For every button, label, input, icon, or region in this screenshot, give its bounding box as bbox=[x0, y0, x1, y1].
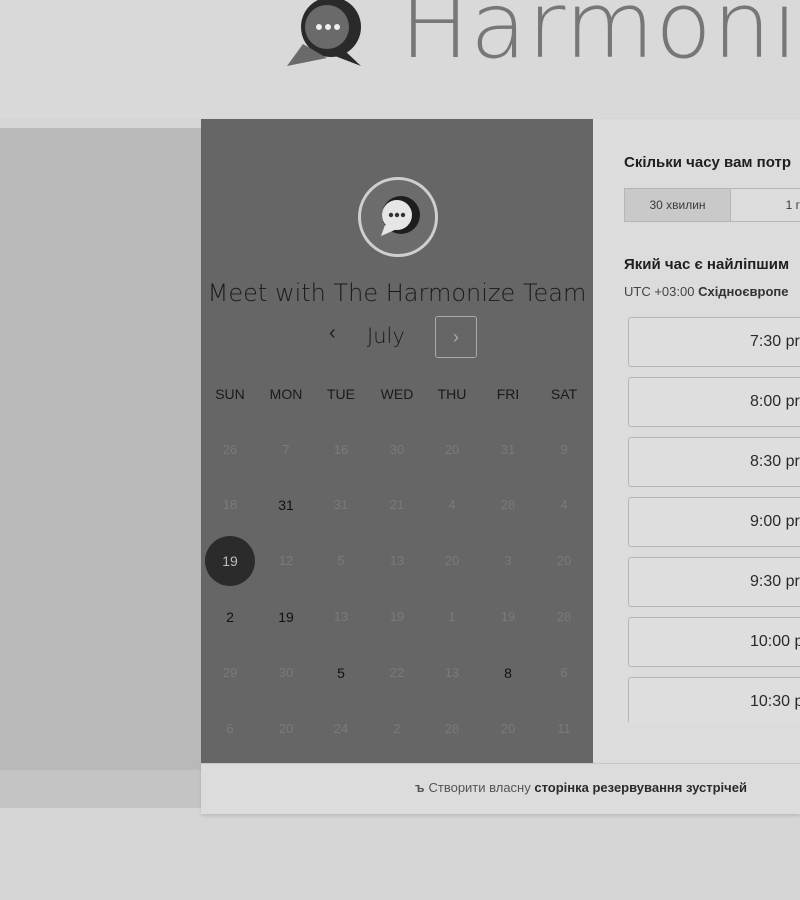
calendar-day: 31 bbox=[333, 497, 349, 512]
calendar-sidebar: Meet with The Harmonize Team ‹ July › SU… bbox=[201, 119, 593, 763]
calendar-day: 28 bbox=[556, 609, 572, 624]
calendar-day[interactable]: 19 bbox=[205, 536, 255, 586]
background-shade-lower bbox=[0, 770, 201, 808]
time-slot-label: 7:30 pr bbox=[750, 333, 800, 350]
time-slot-label: 8:00 pr bbox=[750, 393, 800, 410]
calendar-day: 28 bbox=[444, 721, 460, 736]
time-slot-button[interactable]: 9:00 pr bbox=[628, 497, 800, 547]
calendar-day: 20 bbox=[556, 553, 572, 568]
chat-bubble-logo-icon bbox=[283, 0, 373, 69]
calendar-day: 30 bbox=[278, 665, 294, 680]
duration-option-30[interactable]: 30 хвилин bbox=[624, 188, 731, 222]
time-slot-button[interactable]: 8:00 pr bbox=[628, 377, 800, 427]
calendar-day: 18 bbox=[222, 497, 238, 512]
calendar-day: 20 bbox=[500, 721, 516, 736]
calendar-day: 7 bbox=[282, 442, 290, 457]
duration-option-60[interactable]: 1 годин bbox=[730, 188, 800, 222]
calendar-day: 30 bbox=[389, 442, 405, 457]
calendar-day: 13 bbox=[444, 665, 460, 680]
time-slot-button[interactable]: 10:30 p bbox=[628, 677, 800, 722]
calendar-day: 20 bbox=[444, 442, 460, 457]
calendar-day: 19 bbox=[500, 609, 516, 624]
weekday-header: SUN MON TUE WED THU FRI SAT bbox=[201, 386, 593, 406]
calendar-day: 11 bbox=[557, 721, 571, 736]
weekday-fri: FRI bbox=[496, 386, 520, 402]
calendar-day: 29 bbox=[222, 665, 238, 680]
time-slot-label: 8:30 pr bbox=[750, 453, 800, 470]
calendar-day[interactable]: 5 bbox=[316, 648, 366, 698]
calendar-day[interactable]: 31 bbox=[261, 480, 311, 530]
calendar-day: 28 bbox=[500, 497, 516, 512]
calendar-day: 9 bbox=[560, 442, 568, 457]
weekday-sun: SUN bbox=[215, 386, 245, 402]
weekday-mon: MON bbox=[269, 386, 303, 402]
month-navigation: ‹ July › bbox=[201, 316, 593, 358]
footer-prefix: Створити власну bbox=[428, 780, 531, 795]
calendar-day: 3 bbox=[504, 553, 512, 568]
calendar-day: 19 bbox=[389, 609, 405, 624]
calendar-day[interactable]: 8 bbox=[483, 648, 533, 698]
weekday-wed: WED bbox=[380, 386, 414, 402]
time-slot-label: 10:30 p bbox=[750, 693, 800, 710]
time-slot-button[interactable]: 8:30 pr bbox=[628, 437, 800, 487]
calendar-day[interactable]: 2 bbox=[205, 592, 255, 642]
calendar-day: 6 bbox=[226, 721, 234, 736]
calendar-day: 12 bbox=[278, 553, 294, 568]
calendar-day: 26 bbox=[222, 442, 238, 457]
create-booking-page-link[interactable]: ъ Створити власну сторінка резервування з… bbox=[415, 780, 747, 795]
weekday-sat: SAT bbox=[550, 386, 578, 402]
timezone-offset: UTC +03:00 bbox=[624, 284, 695, 299]
meeting-title: Meet with The Harmonize Team bbox=[207, 279, 587, 307]
footer-bold-text: сторінка резервування зустрічей bbox=[534, 780, 747, 795]
time-question: Який час є найліпшим bbox=[624, 256, 790, 273]
calendar-day: 24 bbox=[333, 721, 349, 736]
timezone-name: Східноєвропе bbox=[698, 284, 789, 299]
brand-name: Harmoni bbox=[400, 0, 799, 79]
time-slot-label: 10:00 p bbox=[750, 633, 800, 650]
time-slot-button[interactable]: 7:30 pr bbox=[628, 317, 800, 367]
calendar-day: 20 bbox=[444, 553, 460, 568]
calendar-day: 21 bbox=[389, 497, 405, 512]
calendar-day: 1 bbox=[448, 609, 456, 624]
time-slot-label: 9:00 pr bbox=[750, 513, 800, 530]
calendar-day: 13 bbox=[389, 553, 405, 568]
calendar-day: 4 bbox=[560, 497, 568, 512]
hubspot-sprocket-icon: ъ bbox=[415, 780, 425, 795]
weekday-thu: THU bbox=[437, 386, 467, 402]
duration-question: Скільки часу вам потр bbox=[624, 154, 792, 171]
footer: ъ Створити власну сторінка резервування з… bbox=[201, 763, 800, 814]
calendar-day: 4 bbox=[448, 497, 456, 512]
calendar-day: 5 bbox=[337, 553, 345, 568]
calendar-day: 13 bbox=[333, 609, 349, 624]
chat-bubble-icon bbox=[381, 196, 420, 236]
time-slot-label: 9:30 pr bbox=[750, 573, 800, 590]
calendar-day: 22 bbox=[389, 665, 405, 680]
avatar bbox=[358, 177, 438, 257]
calendar-day: 16 bbox=[333, 442, 349, 457]
time-slot-list: 7:30 pr 8:00 pr 8:30 pr 9:00 pr 9:30 pr 10:00… bbox=[628, 317, 800, 722]
calendar-day[interactable]: 19 bbox=[261, 592, 311, 642]
chevron-left-icon[interactable]: ‹ bbox=[329, 322, 336, 345]
calendar-day: 31 bbox=[500, 442, 516, 457]
chevron-right-icon[interactable]: › bbox=[435, 316, 477, 358]
calendar-day: 2 bbox=[393, 721, 401, 736]
calendar-day: 6 bbox=[560, 665, 568, 680]
duration-selector: 30 хвилин 1 годин bbox=[624, 188, 800, 222]
background-shade bbox=[0, 128, 201, 808]
weekday-tue: TUE bbox=[327, 386, 355, 402]
timezone-label[interactable]: UTC +03:00 Східноєвропе bbox=[624, 284, 789, 299]
time-slot-button[interactable]: 9:30 pr bbox=[628, 557, 800, 607]
month-label: July bbox=[367, 324, 405, 348]
booking-panel: Скільки часу вам потр 30 хвилин 1 годин … bbox=[593, 119, 800, 763]
time-slot-button[interactable]: 10:00 p bbox=[628, 617, 800, 667]
calendar-day: 20 bbox=[278, 721, 294, 736]
